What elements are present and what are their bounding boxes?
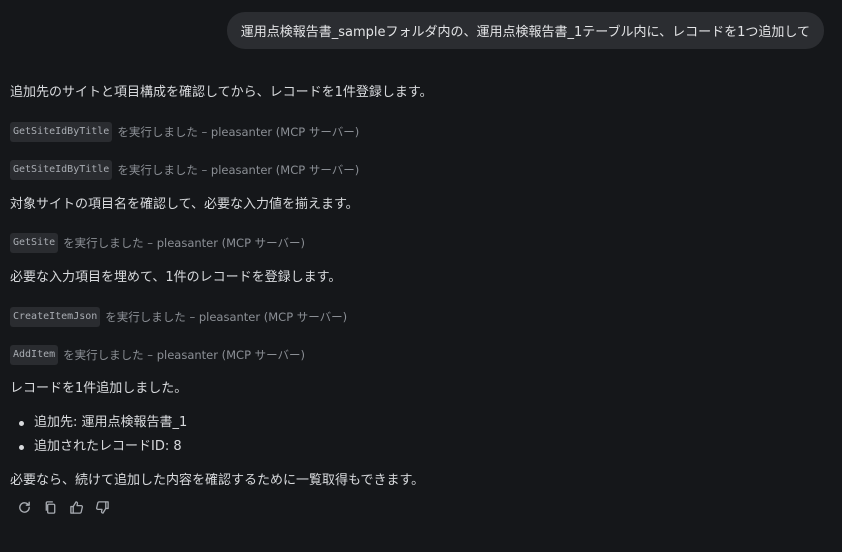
thumbs-down-icon (95, 500, 109, 514)
tool-name: CreateItemJson (10, 307, 101, 327)
tool-call-row[interactable]: GetSiteIdByTitle を実行しました – pleasanter (M… (10, 160, 359, 180)
tool-status: を実行しました – pleasanter (MCP サーバー) (117, 125, 360, 139)
user-message-bubble: 運用点検報告書_sampleフォルダ内の、運用点検報告書_1テーブル内に、レコー… (226, 12, 824, 49)
retry-icon (18, 501, 30, 513)
result-text: レコードを1件追加しました。 (10, 381, 188, 396)
thumbs-up-icon (69, 500, 83, 514)
message-actions (14, 497, 112, 517)
tool-call-row[interactable]: AddItem を実行しました – pleasanter (MCP サーバー) (10, 345, 305, 365)
tool-status: を実行しました – pleasanter (MCP サーバー) (63, 348, 306, 362)
retry-button[interactable] (14, 497, 34, 517)
copy-button[interactable] (40, 497, 60, 517)
user-message-text: 運用点検報告書_sampleフォルダ内の、運用点検報告書_1テーブル内に、レコー… (240, 25, 810, 40)
closing-text: 必要なら、続けて追加した内容を確認するために一覧取得もできます。 (10, 473, 425, 488)
tool-call-row[interactable]: GetSiteIdByTitle を実行しました – pleasanter (M… (10, 122, 359, 142)
list-item: 追加先: 運用点検報告書_1 (10, 414, 187, 438)
step3-text: 必要な入力項目を埋めて、1件のレコードを登録します。 (10, 270, 342, 285)
thumbs-down-button[interactable] (92, 497, 112, 517)
tool-call-row[interactable]: CreateItemJson を実行しました – pleasanter (MCP… (10, 307, 347, 327)
intro-text: 追加先のサイトと項目構成を確認してから、レコードを1件登録します。 (10, 85, 433, 100)
copy-icon (45, 500, 55, 514)
tool-call-row[interactable]: GetSite を実行しました – pleasanter (MCP サーバー) (10, 233, 305, 253)
tool-name: AddItem (10, 345, 59, 365)
step2-text: 対象サイトの項目名を確認して、必要な入力値を揃えます。 (10, 197, 359, 212)
tool-status: を実行しました – pleasanter (MCP サーバー) (117, 163, 360, 177)
result-list: 追加先: 運用点検報告書_1 追加されたレコードID: 8 (10, 414, 187, 462)
tool-status: を実行しました – pleasanter (MCP サーバー) (63, 236, 306, 250)
thumbs-up-button[interactable] (66, 497, 86, 517)
tool-name: GetSiteIdByTitle (10, 122, 113, 142)
tool-name: GetSite (10, 233, 59, 253)
tool-name: GetSiteIdByTitle (10, 160, 113, 180)
list-item: 追加されたレコードID: 8 (10, 438, 187, 462)
tool-status: を実行しました – pleasanter (MCP サーバー) (105, 310, 348, 324)
